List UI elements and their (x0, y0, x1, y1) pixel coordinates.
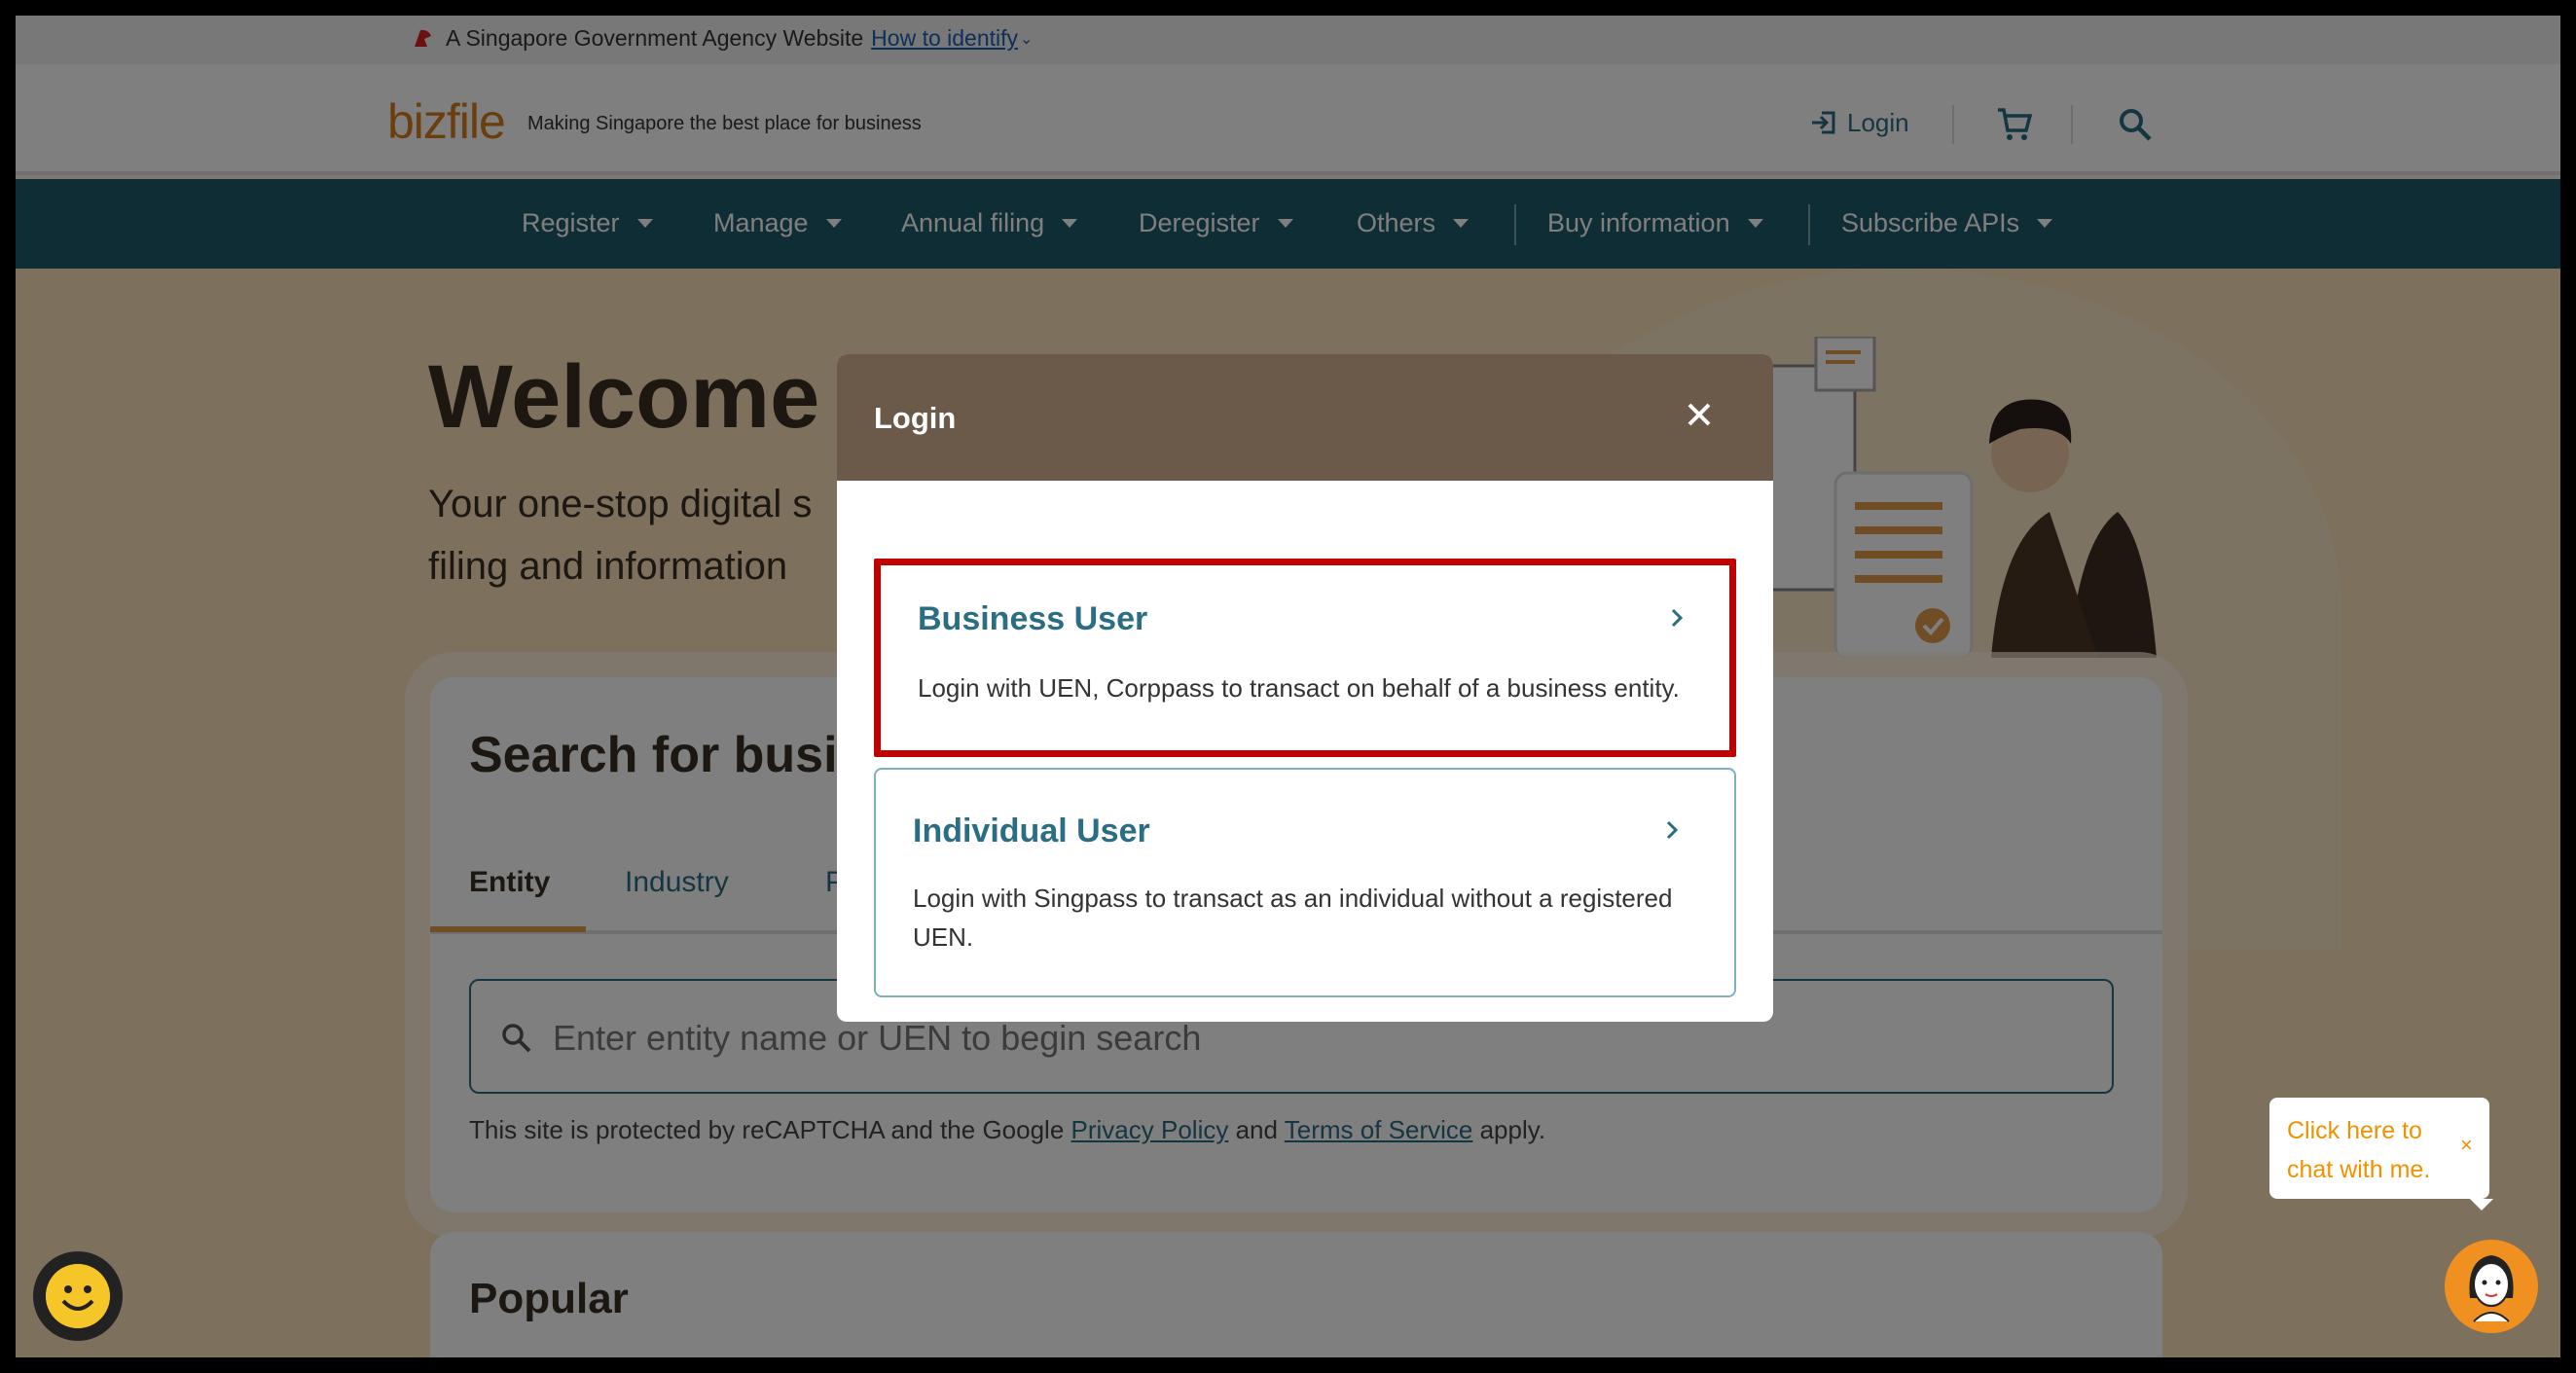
modal-title: Login (874, 401, 957, 435)
chat-prompt-text: Click here to chat with me. (2287, 1117, 2431, 1183)
chevron-right-icon (1671, 608, 1684, 628)
chevron-right-icon (1666, 820, 1679, 840)
browser-viewport: A Singapore Government Agency Website Ho… (16, 16, 2560, 1357)
individual-user-description: Login with Singpass to transact as an in… (913, 884, 1673, 952)
close-icon[interactable]: × (2460, 1133, 2473, 1158)
modal-header: Login (837, 354, 1773, 481)
smiley-icon (46, 1264, 110, 1328)
login-modal: Login Business User Login with UEN, Corp… (837, 354, 1773, 1022)
individual-user-title: Individual User (913, 813, 1150, 849)
individual-user-option[interactable]: Individual User Login with Singpass to t… (874, 768, 1736, 997)
chat-prompt-bubble[interactable]: Click here to chat with me. × (2269, 1098, 2493, 1210)
feedback-button[interactable] (33, 1251, 123, 1341)
chatbot-avatar-button[interactable] (2445, 1240, 2538, 1333)
chatbot-avatar-icon (2469, 1255, 2514, 1322)
business-user-description: Login with UEN, Corppass to transact on … (918, 673, 1680, 703)
business-user-option[interactable]: Business User Login with UEN, Corppass t… (874, 559, 1736, 757)
business-user-title: Business User (918, 600, 1148, 637)
close-icon[interactable] (1680, 395, 1719, 434)
